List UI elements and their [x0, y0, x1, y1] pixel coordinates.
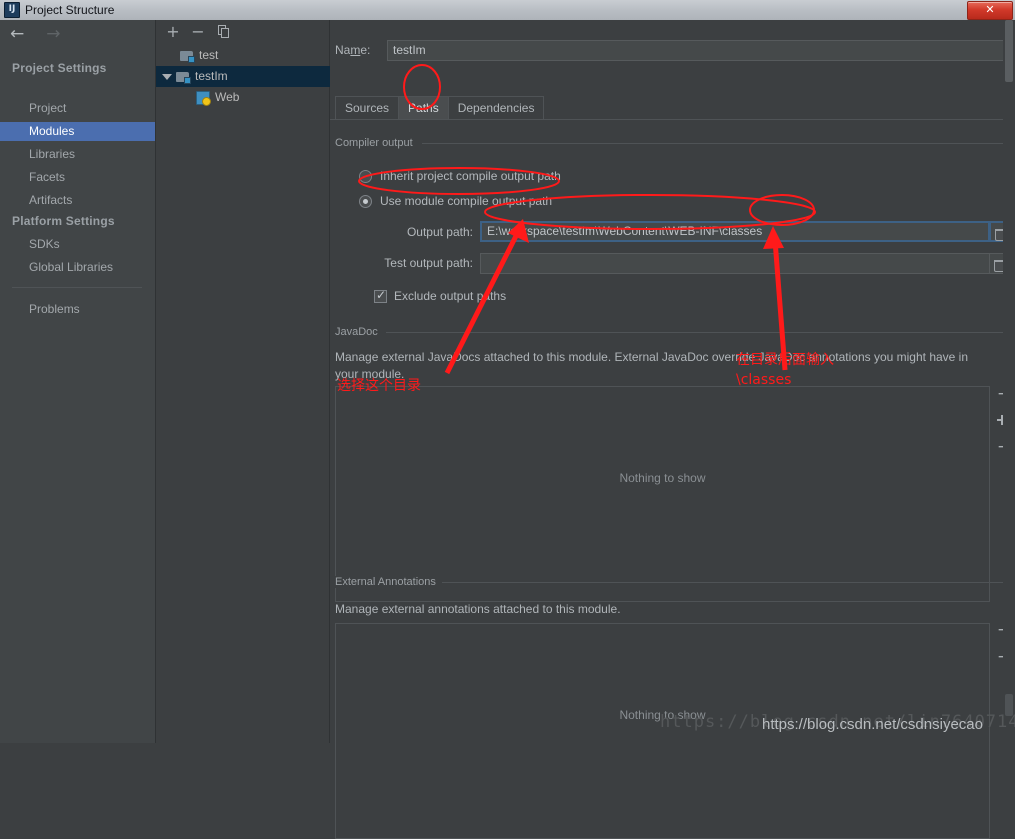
intellij-idea-icon: IJ — [4, 2, 20, 18]
tab-paths[interactable]: Paths — [398, 96, 449, 120]
sidebar-item-label: Libraries — [29, 147, 76, 161]
module-output-radio[interactable] — [359, 195, 372, 208]
arrow-left-icon[interactable]: ← — [10, 26, 24, 43]
settings-sidebar: ← → Project Settings Project Modules Lib… — [0, 20, 156, 743]
tree-node-testim[interactable]: testIm — [156, 66, 335, 87]
close-button[interactable]: ✕ — [967, 1, 1013, 20]
compiler-output-section-title: Compiler output — [335, 137, 419, 149]
section-rule — [442, 582, 1010, 583]
copy-icon[interactable] — [215, 23, 233, 41]
nav-history-controls: ← → — [10, 26, 61, 43]
add-module-button[interactable]: + — [164, 23, 182, 41]
chevron-down-icon[interactable] — [162, 73, 172, 80]
sidebar-item-label: Facets — [29, 170, 66, 184]
javadoc-empty-text: Nothing to show — [619, 471, 706, 485]
sidebar-item-label: SDKs — [29, 237, 60, 251]
module-output-label: Use module compile output path — [380, 194, 553, 208]
sidebar-item-modules[interactable]: Modules — [0, 122, 155, 141]
paths-tab-panel: Compiler output Inherit project compile … — [330, 120, 1015, 839]
sidebar-item-problems[interactable]: Problems — [0, 300, 155, 319]
annotation-note-append-line1: 在目录后面输入 — [736, 352, 834, 368]
external-annotations-description: Manage external annotations attached to … — [335, 602, 621, 616]
sidebar-item-artifacts[interactable]: Artifacts — [0, 191, 155, 210]
tree-node-label: Web — [215, 90, 240, 104]
annotation-note-select-directory: 选择这个目录 — [337, 378, 421, 394]
remove-module-button[interactable]: − — [189, 23, 207, 41]
sidebar-item-global-libraries[interactable]: Global Libraries — [0, 258, 155, 277]
javadoc-section-title: JavaDoc — [335, 326, 384, 338]
external-annotations-section-title: External Annotations — [335, 576, 442, 588]
module-name-input[interactable]: testIm — [387, 40, 1005, 61]
sidebar-item-libraries[interactable]: Libraries — [0, 145, 155, 164]
output-path-label: Output path: — [406, 225, 473, 239]
section-rule — [422, 143, 1010, 144]
window-title: Project Structure — [25, 3, 115, 17]
exclude-output-paths-checkbox[interactable] — [374, 288, 387, 303]
project-structure-window: IJ Project Structure ✕ ← → Project Setti… — [0, 0, 1015, 839]
module-editor: Name: testIm Sources Paths Dependencies … — [330, 20, 1015, 839]
sidebar-item-label: Artifacts — [29, 193, 73, 207]
javadoc-list[interactable]: Nothing to show — [335, 386, 990, 602]
tree-node-test[interactable]: test — [156, 45, 353, 66]
arrow-right-icon[interactable]: → — [46, 26, 60, 43]
sidebar-group-project-settings: Project Settings — [12, 61, 107, 75]
section-rule — [386, 332, 1010, 333]
sidebar-item-label: Global Libraries — [29, 260, 114, 274]
module-name-label: Name: — [335, 43, 371, 57]
sidebar-divider — [12, 287, 142, 288]
sidebar-item-project[interactable]: Project — [0, 99, 155, 118]
window-body: ← → Project Settings Project Modules Lib… — [0, 20, 1015, 839]
inherit-output-label: Inherit project compile output path — [380, 169, 561, 183]
sidebar-item-facets[interactable]: Facets — [0, 168, 155, 187]
scrollbar-thumb[interactable] — [1005, 20, 1013, 82]
sidebar-item-label: Modules — [29, 124, 75, 138]
test-output-path-input[interactable] — [480, 253, 992, 274]
output-path-input[interactable]: E:\workspace\testIm\WebContent\WEB-INF\c… — [480, 221, 990, 242]
module-folder-icon — [176, 71, 191, 84]
exclude-output-paths-label: Exclude output paths — [394, 289, 507, 303]
module-tree-panel: + − test testIm Web — [156, 20, 335, 743]
sidebar-item-label: Problems — [29, 302, 80, 316]
watermark-overlay: https://blog.csdn.net/csdnsiyecao — [762, 716, 983, 733]
web-facet-icon — [196, 91, 211, 106]
tree-node-label: testIm — [195, 69, 228, 83]
title-bar: IJ Project Structure ✕ — [0, 0, 1015, 21]
javadoc-description: Manage external JavaDocs attached to thi… — [335, 350, 969, 381]
sidebar-group-platform-settings: Platform Settings — [12, 214, 115, 228]
module-tree-toolbar: + − — [156, 20, 329, 44]
tab-dependencies[interactable]: Dependencies — [447, 96, 545, 120]
tree-node-label: test — [199, 48, 219, 62]
dialog-scrollbar[interactable] — [1003, 20, 1015, 743]
module-tabs: Sources Paths Dependencies — [335, 96, 545, 120]
module-folder-icon — [180, 50, 195, 63]
tab-sources[interactable]: Sources — [335, 96, 400, 120]
inherit-output-radio[interactable] — [359, 170, 372, 183]
annotation-note-append-line2: \classes — [736, 372, 792, 388]
sidebar-item-label: Project — [29, 101, 67, 115]
module-name-row: Name: testIm — [335, 40, 1015, 62]
sidebar-item-sdks[interactable]: SDKs — [0, 235, 155, 254]
test-output-path-label: Test output path: — [384, 256, 473, 270]
